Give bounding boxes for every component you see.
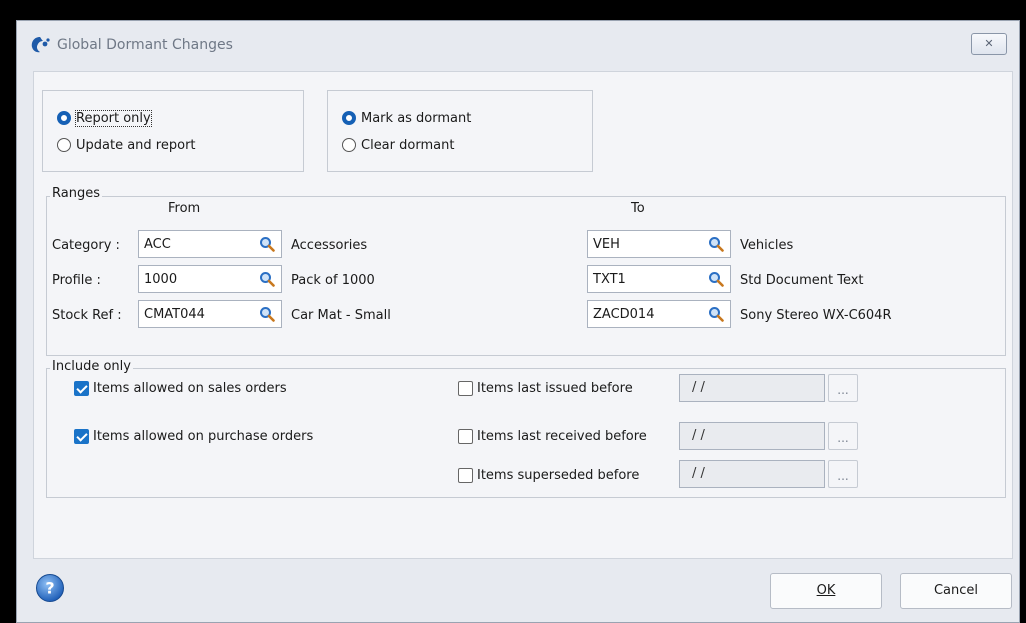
magnifier-icon[interactable] [708,271,724,287]
profile-from-input[interactable]: 1000 [138,265,282,293]
update-and-report-radio[interactable]: Update and report [57,135,196,155]
dialog-window: Global Dormant Changes ✕ Report only Upd… [16,20,1020,623]
superseded-label: Items superseded before [477,467,640,483]
profile-to-input[interactable]: TXT1 [587,265,731,293]
clear-dormant-radio[interactable]: Clear dormant [342,135,454,155]
radio-button[interactable] [342,138,356,152]
dormant-box: Mark as dormant Clear dormant [327,90,593,172]
window-title: Global Dormant Changes [57,37,233,53]
purchase-orders-checkbox[interactable]: Items allowed on purchase orders [74,426,313,446]
mark-as-dormant-radio[interactable]: Mark as dormant [342,108,471,128]
close-button[interactable]: ✕ [971,33,1007,55]
last-issued-picker-button[interactable]: ... [828,374,858,402]
last-received-label: Items last received before [477,428,647,444]
profile-label: Profile : [52,273,101,288]
check-icon[interactable] [74,380,89,396]
sales-orders-checkbox[interactable]: Items allowed on sales orders [74,378,287,398]
category-to-value: VEH [593,236,620,252]
category-label: Category : [52,238,120,253]
report-only-label: Report only [75,109,152,127]
category-to-input[interactable]: VEH [587,230,731,258]
magnifier-icon[interactable] [259,306,275,322]
cancel-button[interactable]: Cancel [900,573,1012,609]
profile-from-description: Pack of 1000 [291,273,375,288]
magnifier-icon[interactable] [708,236,724,252]
stock-ref-from-input[interactable]: CMAT044 [138,300,282,328]
stock-ref-label: Stock Ref : [52,308,122,323]
ok-button[interactable]: OK [770,573,882,609]
cancel-button-label: Cancel [933,583,979,598]
purchase-orders-label: Items allowed on purchase orders [93,428,314,444]
last-issued-date-input[interactable]: / / [679,374,825,402]
mark-as-dormant-label: Mark as dormant [361,110,472,126]
to-header: To [631,201,645,216]
ok-button-label: OK [816,583,836,598]
clear-dormant-label: Clear dormant [361,137,455,153]
include-only-title: Include only [50,359,133,374]
stock-ref-to-input[interactable]: ZACD014 [587,300,731,328]
last-received-checkbox[interactable]: Items last received before [458,426,647,446]
from-header: From [168,201,201,216]
category-from-input[interactable]: ACC [138,230,282,258]
dialog-content: Report only Update and report Mark as do… [33,71,1013,559]
sales-orders-label: Items allowed on sales orders [93,380,287,396]
category-from-description: Accessories [291,238,368,253]
magnifier-icon[interactable] [708,306,724,322]
stock-ref-from-description: Car Mat - Small [291,308,391,323]
report-only-radio[interactable]: Report only [57,108,152,128]
checkbox-box[interactable] [458,467,473,483]
magnifier-icon[interactable] [259,271,275,287]
radio-button[interactable] [57,111,71,125]
last-issued-checkbox[interactable]: Items last issued before [458,378,633,398]
checkbox-box[interactable] [458,428,473,444]
superseded-picker-button[interactable]: ... [828,460,858,488]
title-bar: Global Dormant Changes ✕ [17,21,1019,71]
last-issued-label: Items last issued before [477,380,633,396]
close-icon: ✕ [984,37,994,50]
help-icon[interactable]: ? [35,573,65,603]
category-to-description: Vehicles [740,238,794,253]
profile-to-description: Std Document Text [740,273,864,288]
radio-button[interactable] [57,138,71,152]
category-from-value: ACC [144,236,171,252]
check-icon[interactable] [74,428,89,444]
ranges-title: Ranges [50,186,102,201]
stock-ref-to-value: ZACD014 [593,306,655,322]
last-received-date-input[interactable]: / / [679,422,825,450]
mode-box: Report only Update and report [42,90,304,172]
superseded-checkbox[interactable]: Items superseded before [458,465,639,485]
stock-ref-to-description: Sony Stereo WX-C604R [740,308,892,323]
superseded-date-input[interactable]: / / [679,460,825,488]
app-logo-icon [31,37,50,53]
stock-ref-from-value: CMAT044 [144,306,205,322]
last-received-picker-button[interactable]: ... [828,422,858,450]
radio-button[interactable] [342,111,356,125]
svg-text:?: ? [45,579,54,598]
profile-to-value: TXT1 [593,271,626,287]
magnifier-icon[interactable] [259,236,275,252]
checkbox-box[interactable] [458,380,473,396]
profile-from-value: 1000 [144,271,178,287]
update-and-report-label: Update and report [76,137,196,153]
